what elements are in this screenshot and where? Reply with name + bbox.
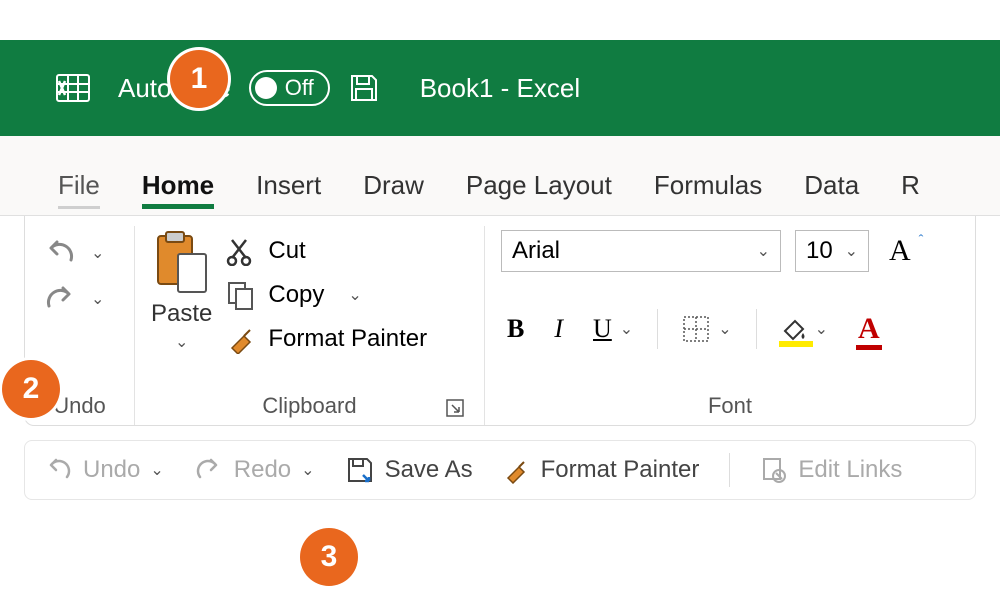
tab-draw[interactable]: Draw bbox=[363, 170, 424, 215]
qat-save-as[interactable]: Save As bbox=[345, 455, 473, 485]
chevron-down-icon: ⌄ bbox=[91, 243, 104, 263]
chevron-down-icon: ⌄ bbox=[845, 241, 858, 261]
group-label-font: Font bbox=[501, 387, 959, 419]
qat-edit-links[interactable]: Edit Links bbox=[760, 456, 902, 484]
cut-button[interactable]: Cut bbox=[226, 236, 427, 266]
autosave-state: Off bbox=[285, 75, 314, 101]
paste-button[interactable]: Paste ⌄ bbox=[151, 230, 212, 352]
toggle-knob bbox=[255, 77, 277, 99]
format-painter-button[interactable]: Format Painter bbox=[226, 324, 427, 354]
chevron-down-icon: ⌄ bbox=[757, 241, 770, 261]
qat-undo[interactable]: Undo ⌄ bbox=[43, 456, 164, 484]
qat-redo[interactable]: Redo ⌄ bbox=[194, 456, 315, 484]
increase-font-size-button[interactable]: Aˆ bbox=[883, 230, 929, 272]
quick-access-toolbar: Undo ⌄ Redo ⌄ Save As Format Painter Edi… bbox=[24, 440, 976, 500]
dialog-launcher-icon[interactable] bbox=[446, 399, 464, 417]
autosave-toggle[interactable]: Off bbox=[249, 70, 330, 106]
excel-icon bbox=[56, 71, 90, 105]
chevron-down-icon: ⌄ bbox=[815, 319, 828, 339]
font-size-value: 10 bbox=[806, 237, 833, 265]
borders-button[interactable]: ⌄ bbox=[676, 311, 737, 347]
font-size-combo[interactable]: 10 ⌄ bbox=[795, 230, 869, 272]
chevron-down-icon: ⌄ bbox=[175, 332, 188, 352]
chevron-down-icon: ⌄ bbox=[150, 460, 163, 480]
callout-1: 1 bbox=[170, 50, 228, 108]
ribbon: ⌄ ⌄ Undo Paste ⌄ bbox=[24, 216, 976, 426]
callout-3: 3 bbox=[300, 528, 358, 586]
format-painter-label: Format Painter bbox=[268, 325, 427, 353]
paste-label: Paste bbox=[151, 300, 212, 328]
group-label-clipboard: Clipboard bbox=[151, 387, 468, 419]
tab-data[interactable]: Data bbox=[804, 170, 859, 215]
group-clipboard: Paste ⌄ Cut Copy ⌄ Format Painter bbox=[135, 226, 485, 425]
chevron-down-icon: ⌄ bbox=[620, 319, 633, 339]
fill-color-button[interactable]: ⌄ bbox=[775, 313, 834, 345]
copy-label: Copy bbox=[268, 281, 324, 309]
tab-page-layout[interactable]: Page Layout bbox=[466, 170, 612, 215]
separator bbox=[657, 309, 658, 349]
tab-file[interactable]: File bbox=[58, 170, 100, 215]
font-name-value: Arial bbox=[512, 237, 560, 265]
font-name-combo[interactable]: Arial ⌄ bbox=[501, 230, 781, 272]
group-font: Arial ⌄ 10 ⌄ Aˆ B I U ⌄ bbox=[485, 226, 975, 425]
document-title: Book1 - Excel bbox=[420, 73, 580, 104]
chevron-down-icon: ⌄ bbox=[348, 285, 361, 305]
tab-review-cut[interactable]: R bbox=[901, 170, 920, 215]
redo-button[interactable]: ⌄ bbox=[41, 284, 104, 314]
chevron-down-icon: ⌄ bbox=[301, 460, 314, 480]
chevron-down-icon: ⌄ bbox=[718, 319, 731, 339]
font-color-button[interactable]: A bbox=[852, 308, 886, 350]
ribbon-tabs: File Home Insert Draw Page Layout Formul… bbox=[0, 136, 1000, 216]
tab-formulas[interactable]: Formulas bbox=[654, 170, 762, 215]
qat-format-painter[interactable]: Format Painter bbox=[503, 456, 700, 484]
underline-button[interactable]: U ⌄ bbox=[587, 310, 639, 348]
title-bar: AutoSave Off Book1 - Excel bbox=[0, 40, 1000, 136]
chevron-down-icon: ⌄ bbox=[91, 289, 104, 309]
separator bbox=[729, 453, 730, 487]
callout-2: 2 bbox=[2, 360, 60, 418]
cut-label: Cut bbox=[268, 237, 305, 265]
undo-button[interactable]: ⌄ bbox=[41, 238, 104, 268]
copy-button[interactable]: Copy ⌄ bbox=[226, 280, 427, 310]
italic-button[interactable]: I bbox=[548, 310, 569, 348]
save-icon[interactable] bbox=[348, 72, 380, 104]
separator bbox=[756, 309, 757, 349]
bold-button[interactable]: B bbox=[501, 310, 530, 348]
tab-home[interactable]: Home bbox=[142, 170, 214, 215]
tab-insert[interactable]: Insert bbox=[256, 170, 321, 215]
